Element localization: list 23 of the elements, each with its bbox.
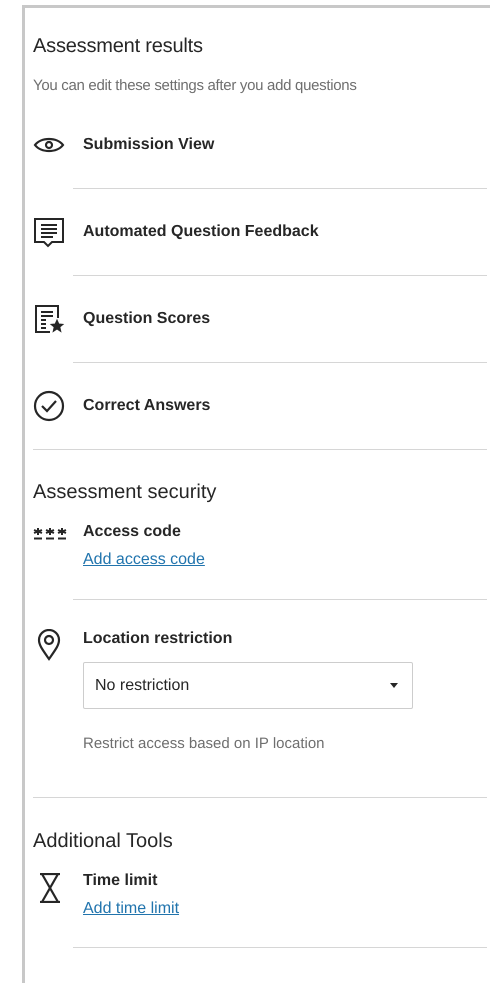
setting-label: Access code — [83, 522, 182, 542]
caret-icon — [390, 683, 398, 688]
location-select[interactable]: No restriction — [83, 662, 413, 709]
hourglass-icon — [38, 873, 62, 903]
section-heading: Assessment security — [33, 480, 218, 505]
password-dots-icon — [33, 528, 67, 540]
setting-label: Submission View — [83, 135, 214, 155]
check-circle-icon — [33, 390, 65, 422]
add-access-code-link[interactable]: Add access code — [83, 550, 205, 570]
setting-label: Correct Answers — [83, 396, 210, 416]
comment-icon — [33, 216, 65, 248]
scorecard-icon — [33, 303, 65, 335]
setting-label: Time limit — [83, 871, 158, 891]
add-time-limit-link[interactable]: Add time limit — [83, 899, 180, 919]
eye-icon — [33, 136, 65, 154]
setting-label: Location restriction — [83, 629, 234, 649]
section-heading: Additional Tools — [33, 829, 174, 854]
setting-label: Automated Question Feedback — [83, 222, 319, 242]
setting-label: Question Scores — [83, 309, 210, 329]
help-text: Restrict access based on IP location — [83, 734, 326, 754]
location-pin-icon — [37, 629, 61, 661]
section-heading: Assessment results — [33, 34, 204, 59]
section-subtitle: You can edit these settings after you add questions — [33, 76, 358, 96]
